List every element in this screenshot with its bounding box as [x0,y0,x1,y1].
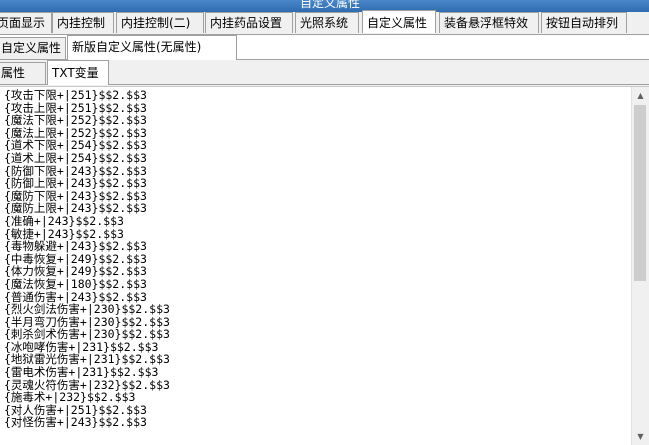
scroll-thumb[interactable] [634,105,646,281]
scroll-up-icon[interactable]: ▲ [632,87,649,104]
inner-tab-bar: 属性 TXT变量 [0,60,649,85]
text-line: {魔法恢复+|180}$$2.$$3 [4,276,147,291]
text-line: {攻击下限+|251}$$2.$$3 [4,89,147,102]
tab-plugin-control[interactable]: 内挂控制 [52,12,114,33]
text-line: {对怪伤害+|243}$$2.$$3 [4,415,147,430]
window-title: 自定义属性 [300,0,361,10]
text-line: {施毒术+|232}$$2.$$3 [4,390,136,405]
subtab-new-custom-attributes[interactable]: 新版自定义属性(无属性) [67,35,237,60]
text-line: {烈火剑法伤害+|230}$$2.$$3 [4,302,170,317]
tab-plugin-potion-settings[interactable]: 内挂药品设置 [205,12,293,33]
sub-tab-bar: 自定义属性 新版自定义属性(无属性) [0,35,649,60]
text-line: {防御上限+|243}$$2.$$3 [4,176,147,191]
main-tab-bar: 页面显示 内挂控制 内挂控制(二) 内挂药品设置 光照系统 自定义属性 装备悬浮… [0,10,649,35]
tab-page-display[interactable]: 页面显示 [0,12,52,33]
txt-variable-editor[interactable]: {攻击下限+|251}$$2.$$3 {攻击上限+|251}$$2.$$3 {魔法下… [4,89,630,445]
subtab-custom-attributes[interactable]: 自定义属性 [0,37,66,59]
text-line: {毒物躲避+|243}$$2.$$3 [4,239,147,254]
text-line: {刺杀剑术伤害+|230}$$2.$$3 [4,327,170,342]
scroll-down-icon[interactable]: ▼ [632,428,649,445]
innertab-txt-variables[interactable]: TXT变量 [47,60,109,85]
tab-plugin-control-2[interactable]: 内挂控制(二) [116,12,204,33]
tab-equip-tooltip-effects[interactable]: 装备悬浮框特效 [439,12,539,33]
text-line: {准确+|243}$$2.$$3 [4,213,124,228]
text-line: {雷电术伤害+|231}$$2.$$3 [4,365,159,380]
text-line: {道术上限+|254}$$2.$$3 [4,150,147,165]
txt-variable-panel: {攻击下限+|251}$$2.$$3 {攻击上限+|251}$$2.$$3 {魔法下… [0,86,649,445]
title-bar: 自定义属性 [0,0,649,12]
tab-lighting-system[interactable]: 光照系统 [295,12,359,33]
vertical-scrollbar[interactable]: ▲ ▼ [631,87,649,445]
tab-button-auto-arrange[interactable]: 按钮自动排列 [541,12,627,33]
tab-custom-attributes[interactable]: 自定义属性 [362,10,436,33]
text-line: {魔法下限+|252}$$2.$$3 [4,113,147,128]
innertab-attributes[interactable]: 属性 [0,62,46,84]
